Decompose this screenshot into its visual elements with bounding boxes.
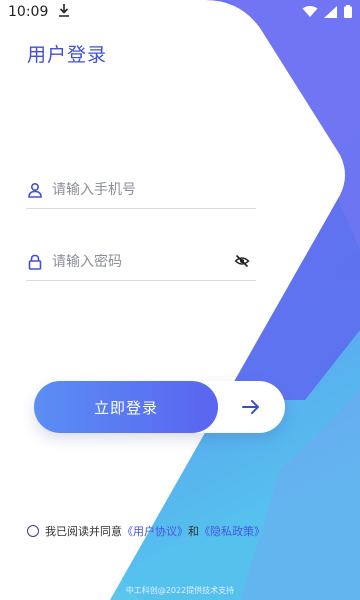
footer-credit: 中工科创@2022提供技术支持 — [125, 586, 235, 595]
agreement-row: 我已阅读并同意 《用户协议》 和 《隐私政策》 — [27, 523, 265, 539]
signal-icon — [324, 3, 338, 22]
agreement-and: 和 — [188, 525, 199, 538]
login-button[interactable]: 立即登录 — [34, 381, 218, 433]
background-decoration — [0, 0, 360, 600]
agreement-checkbox[interactable] — [27, 525, 39, 537]
login-button-group: 立即登录 — [34, 381, 285, 433]
status-bar: 10:09 — [0, 0, 360, 24]
password-field — [26, 244, 256, 281]
download-icon — [58, 3, 70, 21]
agreement-prefix: 我已阅读并同意 — [45, 525, 122, 538]
arrow-right-icon[interactable] — [239, 395, 263, 419]
phone-input[interactable] — [52, 182, 222, 198]
privacy-policy-link[interactable]: 《隐私政策》 — [199, 523, 265, 539]
status-time: 10:09 — [8, 4, 49, 20]
user-icon — [26, 181, 44, 199]
password-input[interactable] — [52, 254, 222, 270]
phone-field — [26, 172, 256, 209]
user-agreement-link[interactable]: 《用户协议》 — [122, 523, 188, 539]
lock-icon — [26, 253, 44, 271]
wifi-icon — [302, 3, 318, 22]
battery-icon — [344, 3, 352, 22]
eye-off-icon[interactable] — [234, 253, 252, 271]
page-title: 用户登录 — [27, 44, 108, 66]
